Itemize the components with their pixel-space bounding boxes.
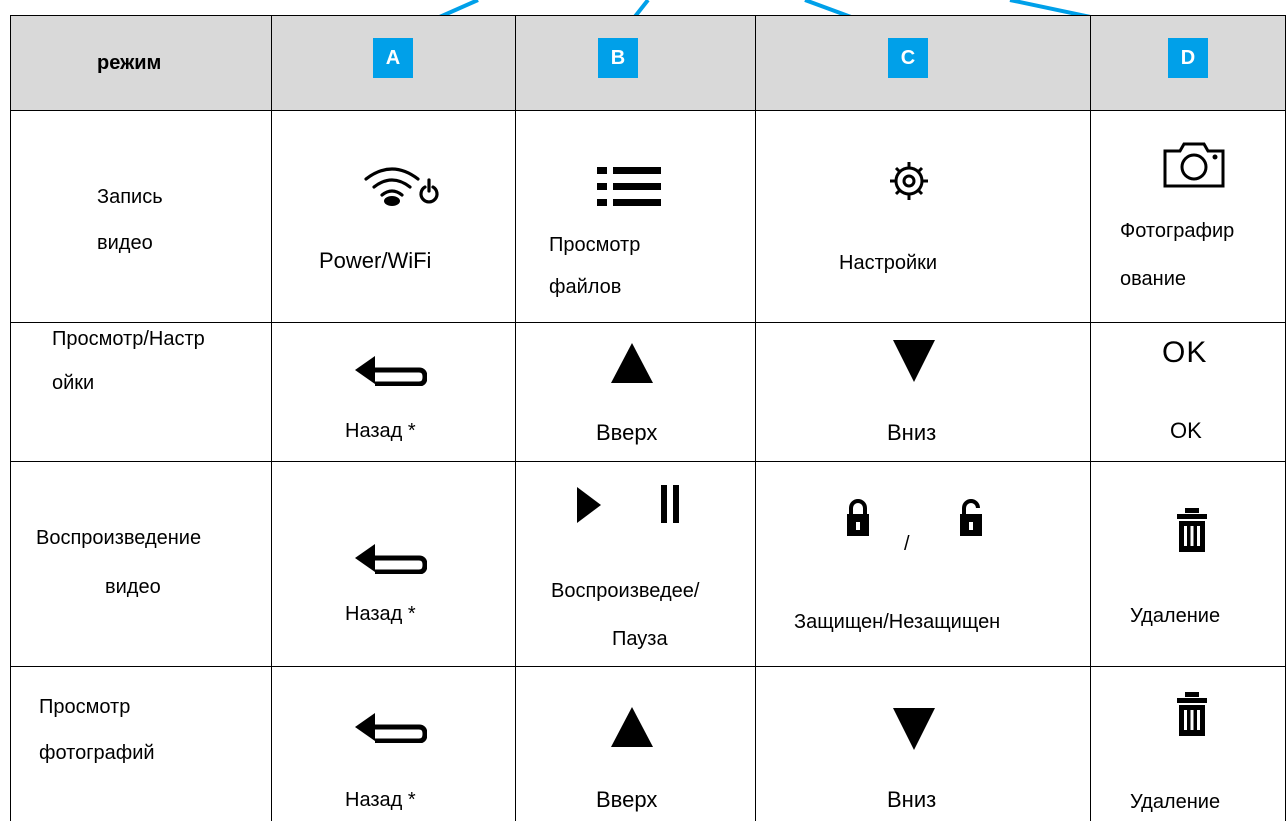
unlock-icon — [960, 499, 982, 536]
play-pause-icon — [577, 485, 679, 523]
cell-label: Удаление — [1130, 605, 1221, 627]
cell-label: файлов — [549, 276, 622, 298]
cell-label: Назад * — [345, 789, 416, 811]
mode-label-line: Воспроизведение — [36, 527, 202, 549]
cell-label: Power/WiFi — [319, 248, 432, 273]
grid-line — [271, 15, 272, 821]
lock-icon — [847, 499, 869, 536]
back-arrow-icon — [355, 544, 427, 574]
back-arrow-icon — [355, 356, 427, 386]
gear-icon — [890, 162, 928, 200]
grid-line — [10, 666, 1286, 667]
trash-icon — [1177, 692, 1207, 736]
grid-line — [1285, 15, 1286, 821]
triangle-down-icon — [893, 708, 935, 750]
badge-a: A — [373, 38, 413, 78]
badge-c: C — [888, 38, 928, 78]
mode-header: режим — [97, 52, 162, 74]
grid-line — [755, 15, 756, 821]
camera-icon — [1163, 142, 1225, 188]
badge-b: B — [598, 38, 638, 78]
mode-label-line: видео — [97, 232, 153, 254]
triangle-down-icon — [893, 340, 935, 382]
cell-label: Вверх — [596, 787, 658, 812]
grid-line — [515, 15, 516, 821]
cell-label: Защищен/Незащищен — [794, 611, 1001, 633]
back-arrow-icon — [355, 713, 427, 743]
cell-label: Назад * — [345, 420, 416, 442]
trash-icon — [1177, 508, 1207, 552]
mode-label-line: Просмотр/Настр — [52, 328, 205, 350]
cell-label: Просмотр — [549, 234, 641, 256]
mode-label-line: фотографий — [39, 742, 155, 764]
cell-label: ование — [1120, 268, 1186, 290]
cell-label: Назад * — [345, 603, 416, 625]
triangle-up-icon — [611, 343, 653, 383]
cell-label: Удаление — [1130, 791, 1221, 813]
list-icon — [597, 167, 661, 206]
cell-label: Настройки — [839, 252, 938, 274]
cell-label: Вверх — [596, 420, 658, 445]
cell-label: Вниз — [887, 420, 937, 445]
cell-label: Пауза — [612, 628, 668, 650]
grid-line — [10, 110, 1286, 111]
mode-label-line: Просмотр — [39, 696, 131, 718]
table-header-row — [10, 15, 1286, 110]
mode-label-line: ойки — [52, 372, 95, 394]
cell-label: Воспроизведее/ — [551, 580, 700, 602]
grid-line — [10, 461, 1286, 462]
mode-label-line: видео — [105, 576, 161, 598]
cell-label: Вниз — [887, 787, 937, 812]
wifi-power-icon — [364, 167, 439, 206]
connector-lines — [391, 0, 1191, 40]
grid-line — [10, 15, 11, 821]
badge-d: D — [1168, 38, 1208, 78]
cell-label: OK — [1170, 418, 1202, 443]
ok-icon: OK — [1162, 336, 1208, 369]
cell-label: Фотографир — [1120, 220, 1235, 242]
triangle-up-icon — [611, 707, 653, 747]
grid-line — [1090, 15, 1091, 821]
mode-label-line: Запись — [97, 186, 163, 208]
grid-line — [10, 15, 1286, 16]
lock-separator: / — [904, 533, 910, 555]
